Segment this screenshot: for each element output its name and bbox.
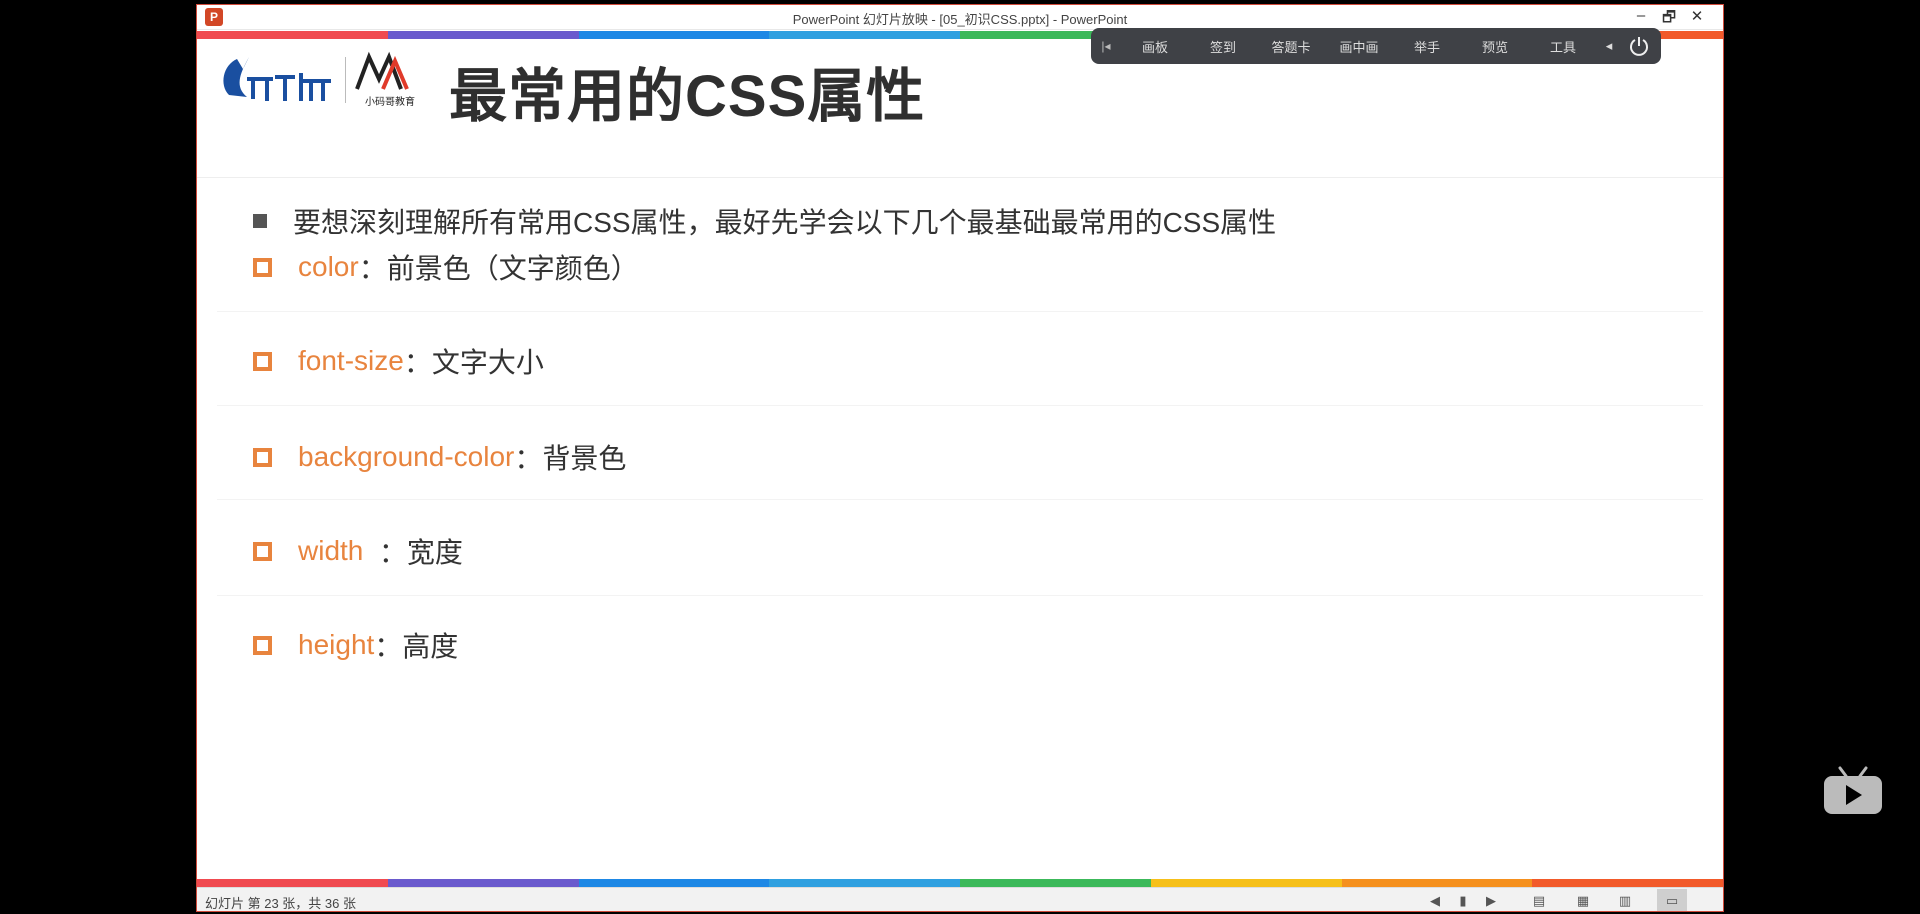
bottom-color-stripe xyxy=(197,879,1723,887)
property-item: color ：前景色（文字颜色） xyxy=(253,247,639,287)
property-name: height xyxy=(298,629,375,660)
stripe-segment xyxy=(1341,879,1533,887)
property-item: height ：高度 xyxy=(253,625,458,665)
slide-title: 最常用的CSS属性 xyxy=(449,64,926,129)
stripe-segment xyxy=(387,879,579,887)
reading-view-icon[interactable]: ▥ xyxy=(1617,893,1633,909)
logo-divider xyxy=(345,57,346,103)
hollow-square-bullet-icon xyxy=(253,351,272,371)
hollow-square-bullet-icon xyxy=(253,635,272,655)
hollow-square-bullet-icon xyxy=(253,447,272,467)
hollow-square-bullet-icon xyxy=(253,541,272,561)
property-name: color xyxy=(298,251,359,282)
stripe-segment xyxy=(197,879,388,887)
xmg-logo-icon: 小码哥教育 xyxy=(355,51,415,108)
next-slide-icon[interactable]: ▶ xyxy=(1483,893,1499,909)
close-button[interactable]: ✕ xyxy=(1685,7,1709,25)
divider xyxy=(217,499,1703,500)
property-desc: ：背景色 xyxy=(514,443,627,474)
stripe-segment xyxy=(578,879,770,887)
intro-bullet: 要想深刻理解所有常用CSS属性，最好先学会以下几个最基础最常用的CSS属性 xyxy=(253,201,1276,241)
minimize-button[interactable]: – xyxy=(1629,7,1653,24)
property-desc: ：高度 xyxy=(374,631,459,662)
stripe-segment xyxy=(960,879,1151,887)
intro-text: 要想深刻理解所有常用CSS属性，最好先学会以下几个最基础最常用的CSS属性 xyxy=(293,207,1277,238)
pause-icon[interactable]: ▮ xyxy=(1455,893,1471,909)
toolbar-item-preview[interactable]: 预览 xyxy=(1461,37,1529,56)
divider xyxy=(217,311,1703,312)
property-item: background-color ：背景色 xyxy=(253,437,626,477)
toolbar-item-picture-in-picture[interactable]: 画中画 xyxy=(1325,37,1393,56)
property-desc: ：前景色（文字颜色） xyxy=(358,253,639,284)
stripe-segment xyxy=(197,31,388,39)
toolbar-item-tools[interactable]: 工具 xyxy=(1529,37,1597,56)
stripe-segment xyxy=(769,879,960,887)
normal-view-icon[interactable]: ▤ xyxy=(1531,893,1547,909)
slide-sorter-icon[interactable]: ▦ xyxy=(1575,893,1591,909)
property-desc: ：宽度 xyxy=(371,537,463,568)
bilibili-tv-icon xyxy=(1824,766,1882,814)
previous-slide-icon[interactable]: ◀ xyxy=(1427,893,1443,909)
divider xyxy=(217,405,1703,406)
stripe-segment xyxy=(387,31,579,39)
toolbar-item-whiteboard[interactable]: 画板 xyxy=(1121,37,1189,56)
hollow-square-bullet-icon xyxy=(253,257,272,277)
toolbar-arrow-icon[interactable]: ◂ xyxy=(1597,38,1621,54)
property-name: width xyxy=(298,535,372,566)
toolbar-collapse-icon[interactable]: |◂ xyxy=(1091,39,1121,53)
toolbar-item-answer-card[interactable]: 答题卡 xyxy=(1257,37,1325,56)
filled-square-bullet-icon xyxy=(253,214,267,228)
power-icon[interactable] xyxy=(1621,35,1657,57)
slideshow-toolbar: |◂ 画板 签到 答题卡 画中画 举手 预览 工具 ◂ xyxy=(1091,28,1661,64)
property-desc: ：文字大小 xyxy=(403,347,544,378)
stripe-segment xyxy=(1150,879,1342,887)
property-name: font-size xyxy=(298,345,404,376)
property-item: font-size ：文字大小 xyxy=(253,341,544,381)
stripe-segment xyxy=(1532,879,1723,887)
toolbar-item-checkin[interactable]: 签到 xyxy=(1189,37,1257,56)
title-bar: P PowerPoint 幻灯片放映 - [05_初识CSS.pptx] - P… xyxy=(197,5,1723,30)
svg-text:小码哥教育: 小码哥教育 xyxy=(365,95,415,108)
mj-logo-icon xyxy=(223,57,331,101)
slide-counter: 幻灯片 第 23 张，共 36 张 xyxy=(205,896,356,911)
window-title: PowerPoint 幻灯片放映 - [05_初识CSS.pptx] - Pow… xyxy=(792,12,1128,27)
restore-button[interactable]: 🗗 xyxy=(1657,7,1681,32)
status-bar: 幻灯片 第 23 张，共 36 张 ◀ ▮ ▶ ▤ ▦ ▥ ▭ xyxy=(197,887,1723,911)
powerpoint-window: P PowerPoint 幻灯片放映 - [05_初识CSS.pptx] - P… xyxy=(196,4,1724,912)
stripe-segment xyxy=(578,31,770,39)
stripe-segment xyxy=(769,31,960,39)
divider xyxy=(217,595,1703,596)
toolbar-item-raise-hand[interactable]: 举手 xyxy=(1393,37,1461,56)
property-name: background-color xyxy=(298,441,515,472)
property-item: width ：宽度 xyxy=(253,531,463,571)
slideshow-view-icon[interactable]: ▭ xyxy=(1657,889,1687,911)
